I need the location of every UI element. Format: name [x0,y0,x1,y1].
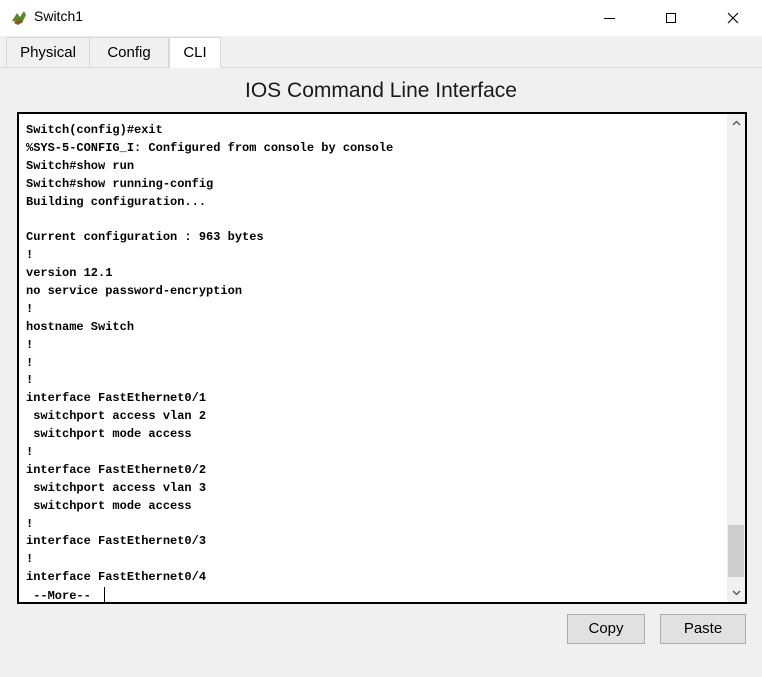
scroll-thumb[interactable] [728,525,744,577]
terminal-line: ! [26,355,34,370]
cli-heading: IOS Command Line Interface [245,79,517,102]
terminal-line: interface FastEthernet0/4 [26,570,207,585]
tab-physical[interactable]: Physical [6,37,90,67]
terminal-line: version 12.1 [26,266,113,281]
terminal-line: Current configuration : 963 bytes [26,230,264,245]
minimize-icon [603,17,615,19]
terminal-line: ! [26,337,34,352]
terminal-line: --More-- [26,587,716,602]
terminal-line: ! [26,248,34,263]
terminal-line: interface FastEthernet0/3 [26,534,207,549]
terminal-scrollbar[interactable] [727,114,745,602]
window-title: Switch1 [34,8,84,24]
terminal-line: interface FastEthernet0/2 [26,462,207,477]
terminal-line: no service password-encryption [26,284,243,299]
chevron-up-icon [732,120,740,126]
terminal-line: %SYS-5-CONFIG_I: Configured from console… [26,140,394,155]
terminal-line: switchport access vlan 3 [26,480,207,495]
tab-strip: Physical Config CLI [0,36,762,68]
copy-button[interactable]: Copy [567,614,645,644]
terminal-line: ! [26,516,34,531]
text-cursor [104,587,106,602]
tab-config[interactable]: Config [90,37,169,67]
close-icon [727,12,739,24]
terminal-line: ! [26,301,34,316]
maximize-icon [666,13,676,23]
maximize-button[interactable] [648,0,694,36]
terminal-line: Building configuration... [26,194,207,209]
close-button[interactable] [710,0,756,36]
terminal-output: Switch(config)#exit %SYS-5-CONFIG_I: Conf… [26,122,716,602]
title-bar: Switch1 [0,0,762,36]
terminal-line: Switch#show run [26,158,135,173]
terminal-line: ! [26,373,34,388]
minimize-button[interactable] [586,0,632,36]
terminal-line: interface FastEthernet0/1 [26,391,207,406]
terminal-line: ! [26,552,34,567]
switch-device-icon [12,11,26,25]
tab-cli[interactable]: CLI [169,37,221,68]
terminal-line: switchport mode access [26,427,192,442]
scroll-up-button[interactable] [727,114,745,132]
cli-terminal[interactable]: Switch(config)#exit %SYS-5-CONFIG_I: Conf… [17,112,747,604]
terminal-line: hostname Switch [26,319,135,334]
scroll-down-button[interactable] [727,584,745,602]
cli-panel: IOS Command Line Interface Switch(config… [0,68,762,677]
paste-button[interactable]: Paste [660,614,746,644]
terminal-line: switchport mode access [26,498,192,513]
terminal-line: Switch#show running-config [26,176,214,191]
terminal-line: Switch(config)#exit [26,123,163,137]
terminal-line: switchport access vlan 2 [26,409,207,424]
terminal-line: ! [26,445,34,460]
chevron-down-icon [732,590,740,596]
